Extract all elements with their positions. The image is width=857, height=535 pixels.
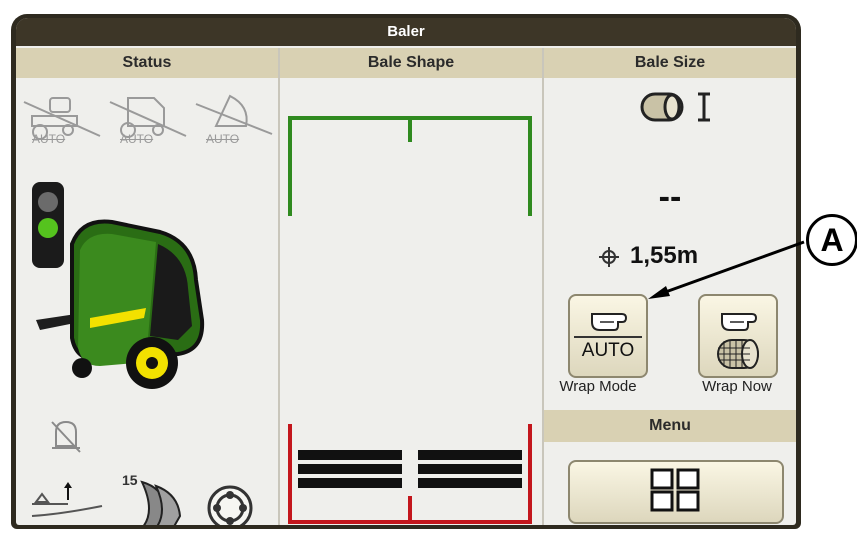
knives-icon: 15 [120, 472, 200, 525]
status-header: Status [16, 48, 278, 78]
auto-label: AUTO [206, 132, 240, 146]
bale-size-icon [638, 88, 718, 124]
grid-menu-icon [650, 468, 700, 512]
no-net-bell-icon [46, 416, 86, 456]
button-divider [574, 336, 642, 338]
window-title: Baler [16, 18, 796, 46]
round-baler-icon [34, 208, 224, 398]
auto-label: AUTO [120, 132, 154, 146]
net-wrapped-bale-icon [717, 339, 759, 369]
bale-shape-top-indicator [286, 116, 534, 216]
rotor-icon [206, 484, 254, 525]
wrap-mode-badge: AUTO [581, 340, 635, 361]
bale-shape-bottom-indicator [286, 424, 534, 525]
callout-label: A [820, 222, 844, 258]
bale-size-header: Bale Size [544, 48, 796, 78]
bale-shape-header: Bale Shape [280, 48, 542, 78]
auto-label: AUTO [32, 132, 66, 146]
tractor-auto-disabled-icon: AUTO [22, 92, 102, 156]
wrap-mode-label: Wrap Mode [559, 378, 637, 395]
callout-circle: A [806, 214, 857, 266]
gate-auto-disabled-icon: AUTO [194, 92, 274, 156]
menu-header: Menu [544, 410, 796, 442]
wrap-now-label: Wrap Now [702, 378, 772, 395]
menu-button[interactable] [568, 460, 784, 524]
status-panel: AUTO AUTO AUTO 15 [16, 80, 278, 525]
bale-shape-panel [280, 80, 542, 525]
baler-auto-disabled-icon: AUTO [108, 92, 188, 156]
pickup-height-icon [28, 480, 108, 524]
